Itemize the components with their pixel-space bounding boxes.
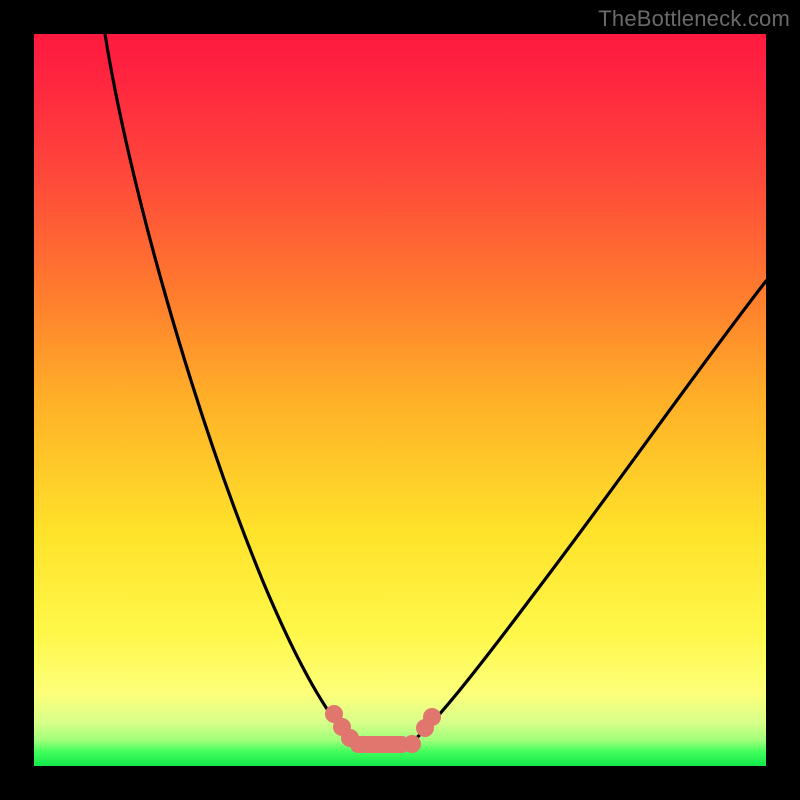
bottleneck-curve [34, 34, 766, 766]
plot-area [34, 34, 766, 766]
chart-frame: TheBottleneck.com [0, 0, 800, 800]
curve-right-branch [414, 281, 766, 740]
valley-blobs [325, 705, 441, 753]
watermark-text: TheBottleneck.com [598, 6, 790, 32]
curve-left-branch [105, 34, 352, 740]
